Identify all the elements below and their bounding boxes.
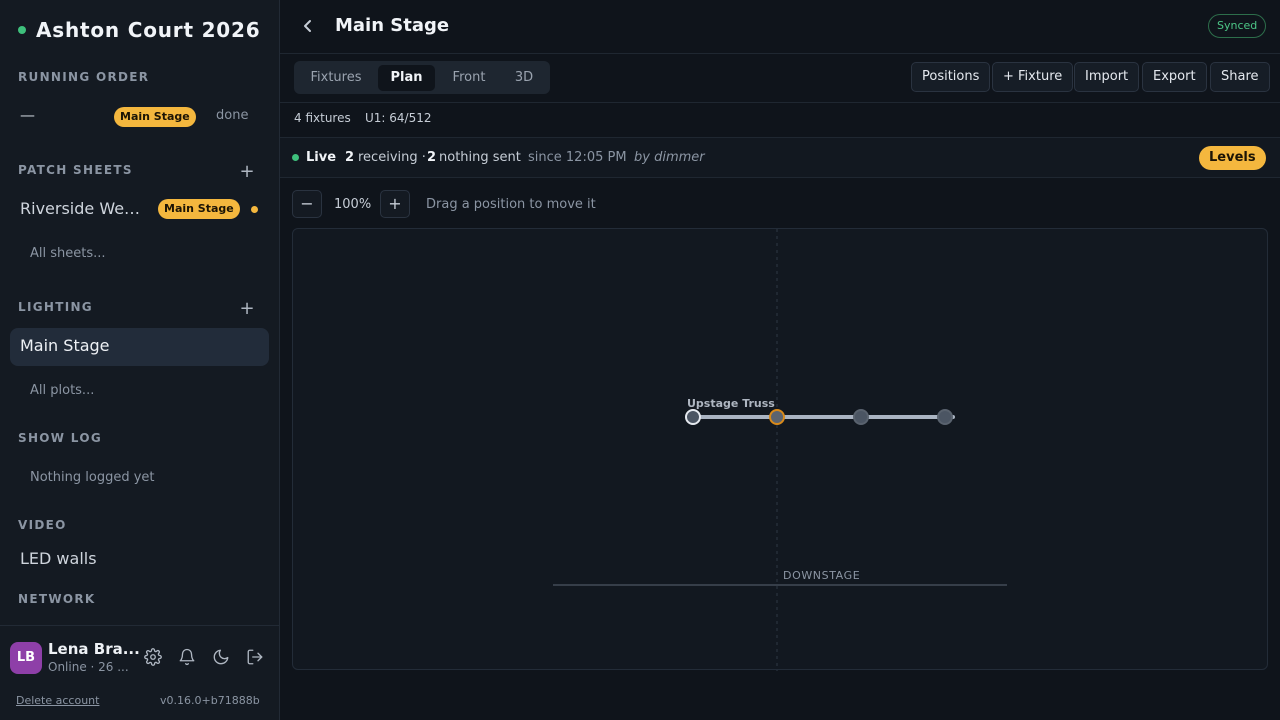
share-button[interactable]: Share bbox=[1210, 62, 1270, 92]
project-title: Ashton Court 2026 bbox=[36, 18, 261, 42]
lighting-heading: LIGHTING bbox=[18, 300, 93, 314]
stage-badge: Main Stage bbox=[114, 107, 196, 127]
logout-icon[interactable] bbox=[246, 648, 266, 668]
levels-button[interactable]: Levels bbox=[1199, 146, 1266, 170]
user-status: Online · 26 ... bbox=[48, 660, 129, 674]
since-time: since 12:05 PM bbox=[528, 150, 627, 165]
sidebar-item-label: Main Stage bbox=[20, 336, 110, 355]
stage-badge: Main Stage bbox=[158, 199, 240, 219]
truss-position[interactable]: Upstage Truss bbox=[685, 397, 955, 425]
gear-icon[interactable] bbox=[144, 648, 164, 668]
user-area: LB Lena Bra... Online · 26 ... Delete ac… bbox=[0, 625, 279, 720]
zoom-controls: − 100% + Drag a position to move it bbox=[280, 178, 1280, 228]
fixture-marker[interactable] bbox=[769, 409, 785, 425]
running-order-dash: — bbox=[20, 106, 35, 124]
fixture-marker[interactable] bbox=[937, 409, 953, 425]
sidebar-item-led-walls[interactable]: LED walls bbox=[20, 549, 97, 568]
moon-icon[interactable] bbox=[212, 648, 232, 668]
zoom-out-button[interactable]: − bbox=[292, 190, 322, 218]
live-label: Live bbox=[306, 150, 337, 165]
zoom-hint: Drag a position to move it bbox=[426, 197, 596, 212]
universe-usage: U1: 64/512 bbox=[365, 111, 432, 125]
sidebar: Ashton Court 2026 RUNNING ORDER — Main S… bbox=[0, 0, 280, 720]
position-label: Upstage Truss bbox=[687, 397, 775, 410]
brand[interactable]: Ashton Court 2026 bbox=[18, 18, 260, 42]
avatar[interactable]: LB bbox=[10, 642, 42, 674]
export-button[interactable]: Export bbox=[1142, 62, 1207, 92]
positions-button[interactable]: Positions bbox=[911, 62, 991, 92]
import-button[interactable]: Import bbox=[1074, 62, 1140, 92]
all-plots-link[interactable]: All plots... bbox=[30, 383, 94, 398]
show-log-heading: SHOW LOG bbox=[18, 431, 102, 445]
header: Main Stage Synced bbox=[280, 0, 1280, 54]
view-tabs: Fixtures Plan Front 3D bbox=[294, 61, 550, 94]
sync-status-badge: Synced bbox=[1208, 14, 1267, 38]
network-heading: NETWORK bbox=[18, 592, 96, 606]
nothing-sent-text: nothing sent bbox=[439, 150, 521, 165]
plan-svg: DOWNSTAGE Upstage Truss bbox=[553, 229, 1007, 671]
live-dot bbox=[292, 154, 299, 161]
zoom-level: 100% bbox=[334, 197, 372, 212]
tab-fixtures[interactable]: Fixtures bbox=[300, 65, 372, 91]
fixture-marker[interactable] bbox=[853, 409, 869, 425]
app-version: v0.16.0+b71888b bbox=[160, 694, 260, 707]
info-bar: 4 fixtures U1: 64/512 bbox=[280, 103, 1280, 138]
page-title: Main Stage bbox=[335, 15, 450, 36]
user-name: Lena Bra... bbox=[48, 640, 140, 658]
running-order-item[interactable]: — Main Stage done bbox=[20, 106, 260, 128]
unsaved-dot bbox=[251, 206, 258, 213]
plan-canvas[interactable]: DOWNSTAGE Upstage Truss bbox=[292, 228, 1268, 671]
video-heading: VIDEO bbox=[18, 518, 67, 532]
bell-icon[interactable] bbox=[178, 648, 198, 668]
running-order-heading: RUNNING ORDER bbox=[18, 70, 150, 84]
main-panel: Main Stage Synced Fixtures Plan Front 3D… bbox=[280, 0, 1280, 720]
tab-plan[interactable]: Plan bbox=[378, 65, 435, 91]
add-fixture-button[interactable]: + Fixture bbox=[992, 62, 1074, 92]
back-icon[interactable] bbox=[298, 16, 318, 36]
toolbar: Fixtures Plan Front 3D Positions + Fixtu… bbox=[280, 54, 1280, 103]
patch-sheet-item[interactable]: Riverside Weekender Main Stage bbox=[20, 198, 270, 220]
add-plot-button[interactable]: + bbox=[237, 299, 257, 319]
live-status-bar: Live 2 receiving · 2 nothing sent since … bbox=[280, 138, 1280, 178]
patch-sheets-heading: PATCH SHEETS bbox=[18, 163, 133, 177]
status-dot bbox=[18, 26, 26, 34]
fixture-count: 4 fixtures bbox=[294, 111, 351, 125]
receiving-text: receiving · bbox=[358, 150, 426, 165]
nothing-sent-count: 2 bbox=[427, 150, 437, 165]
downstage-label: DOWNSTAGE bbox=[783, 569, 860, 582]
source-label: by dimmer bbox=[634, 150, 705, 165]
receiving-count: 2 bbox=[345, 150, 355, 165]
add-patch-sheet-button[interactable]: + bbox=[237, 162, 257, 182]
zoom-in-button[interactable]: + bbox=[380, 190, 410, 218]
patch-sheet-label: Riverside Weekender bbox=[20, 199, 148, 218]
delete-account-link[interactable]: Delete account bbox=[16, 694, 99, 707]
fixture-marker[interactable] bbox=[685, 409, 701, 425]
app-root: Ashton Court 2026 RUNNING ORDER — Main S… bbox=[0, 0, 1280, 720]
tab-3d[interactable]: 3D bbox=[503, 65, 545, 91]
running-order-status: done bbox=[216, 108, 249, 123]
tab-front[interactable]: Front bbox=[441, 65, 497, 91]
all-sheets-link[interactable]: All sheets... bbox=[30, 246, 106, 261]
sidebar-item-main-stage[interactable]: Main Stage bbox=[10, 328, 269, 366]
show-log-empty: Nothing logged yet bbox=[30, 470, 155, 485]
